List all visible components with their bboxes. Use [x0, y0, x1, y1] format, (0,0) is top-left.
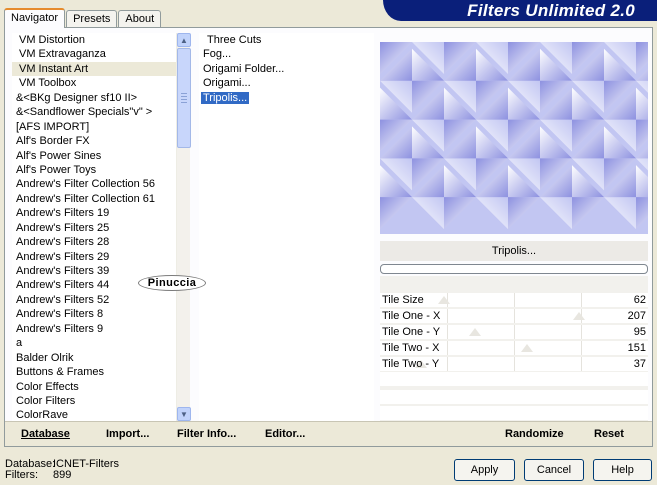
apply-button[interactable]: Apply — [454, 459, 515, 481]
category-item[interactable]: &<Sandflower Specials"v" > — [12, 105, 176, 119]
filter-item[interactable]: Origami... — [199, 76, 374, 90]
category-item[interactable]: Buttons & Frames — [12, 365, 176, 379]
tab-presets[interactable]: Presets — [66, 10, 118, 28]
param-label: Tile One - X — [382, 310, 441, 322]
randomize-button[interactable]: Randomize — [505, 422, 564, 447]
param-row[interactable]: Tile One - X 207 — [380, 309, 648, 323]
tab-navigator[interactable]: Navigator — [4, 8, 66, 28]
category-item[interactable]: VM Toolbox — [12, 76, 176, 90]
slider-marker-icon[interactable] — [469, 328, 481, 336]
import-button[interactable]: Import... — [106, 422, 149, 447]
param-value: 207 — [627, 310, 646, 322]
empty-param-row — [380, 406, 648, 420]
slider-marker-icon[interactable] — [521, 344, 533, 352]
filter-item-label: Origami... — [203, 77, 251, 90]
category-scrollbar[interactable]: ▲ ▼ — [176, 33, 191, 421]
category-item[interactable]: Color Filters — [12, 394, 176, 408]
navigator-panel: VM Distortion VM Extravaganza VM Instant A… — [4, 27, 653, 447]
param-row[interactable]: Tile One - Y 95 — [380, 325, 648, 339]
param-label: Tile Size — [382, 294, 424, 306]
category-item[interactable]: Andrew's Filters 9 — [12, 322, 176, 336]
watermark-pinuccia: Pinuccia — [138, 275, 206, 291]
category-item[interactable]: VM Distortion — [12, 33, 176, 47]
param-value: 62 — [633, 294, 646, 306]
reset-button[interactable]: Reset — [594, 422, 624, 447]
filter-item[interactable]: Three Cuts — [199, 33, 374, 47]
param-label: Tile Two - X — [382, 342, 440, 354]
editor-button[interactable]: Editor... — [265, 422, 305, 447]
category-item[interactable]: Andrew's Filters 25 — [12, 221, 176, 235]
empty-param-row — [380, 390, 648, 404]
database-info: Database:ICNET-Filters Filters: 899 — [5, 459, 119, 481]
slider-marker-icon[interactable] — [438, 296, 450, 304]
filter-info-button[interactable]: Filter Info... — [177, 422, 236, 447]
category-item[interactable]: Color Effects — [12, 380, 176, 394]
category-item[interactable]: Alf's Power Toys — [12, 163, 176, 177]
title-banner: Filters Unlimited 2.0 — [383, 0, 657, 21]
scroll-down-icon[interactable]: ▼ — [177, 407, 191, 421]
filter-item[interactable]: Fog... — [199, 47, 374, 61]
category-item[interactable]: a — [12, 336, 176, 350]
category-item[interactable]: Alf's Power Sines — [12, 149, 176, 163]
filter-item-label: Tripolis... — [201, 91, 250, 104]
tab-bar: Navigator Presets About — [4, 8, 162, 28]
param-label: Tile One - Y — [382, 326, 441, 338]
category-item[interactable]: Andrew's Filter Collection 61 — [12, 192, 176, 206]
param-value: 37 — [633, 358, 646, 370]
filter-item-label: Three Cuts — [207, 34, 262, 46]
category-item[interactable]: Andrew's Filters 19 — [12, 206, 176, 220]
param-row[interactable]: Tile Two - X 151 — [380, 341, 648, 355]
preview-image — [380, 42, 648, 234]
category-list[interactable]: VM Distortion VM Extravaganza VM Instant A… — [12, 33, 176, 421]
app-title: Filters Unlimited 2.0 — [467, 1, 635, 20]
cancel-button[interactable]: Cancel — [524, 459, 584, 481]
filter-item-label: Origami Folder... — [203, 62, 285, 75]
filters-label: Filters: — [5, 469, 38, 481]
category-item[interactable]: Balder Olrik — [12, 351, 176, 365]
tab-about[interactable]: About — [118, 10, 162, 28]
filter-preview — [380, 42, 648, 234]
category-item[interactable]: ColorRave — [12, 408, 176, 421]
param-value: 95 — [633, 326, 646, 338]
param-label: Tile Two - Y — [382, 358, 440, 370]
category-item[interactable]: VM Extravaganza — [12, 47, 176, 61]
filter-item[interactable]: Tripolis... — [199, 91, 374, 105]
category-item[interactable]: Andrew's Filter Collection 56 — [12, 177, 176, 191]
database-button[interactable]: Database — [21, 422, 70, 447]
help-button[interactable]: Help — [593, 459, 652, 481]
filter-item[interactable]: Origami Folder... — [199, 62, 374, 76]
bottom-toolbar: Database Import... Filter Info... Editor… — [5, 421, 652, 446]
progress-bar — [380, 264, 648, 274]
filters-count: 899 — [53, 469, 72, 481]
empty-param-row — [380, 372, 648, 386]
param-row[interactable]: Tile Two - Y 37 — [380, 357, 648, 371]
category-item[interactable]: [AFS IMPORT] — [12, 120, 176, 134]
category-item[interactable]: Andrew's Filters 29 — [12, 250, 176, 264]
scrollbar-thumb[interactable] — [177, 48, 191, 148]
filter-list[interactable]: Three Cuts Fog... Origami Folder... Origami… — [199, 33, 374, 421]
category-item[interactable]: Andrew's Filters 28 — [12, 235, 176, 249]
category-item[interactable]: Alf's Border FX — [12, 134, 176, 148]
param-row[interactable]: Tile Size 62 — [380, 293, 648, 307]
filter-item-label: Fog... — [203, 48, 232, 61]
scroll-up-icon[interactable]: ▲ — [177, 33, 191, 47]
category-item[interactable]: &<BKg Designer sf10 II> — [12, 91, 176, 105]
preview-filter-name: Tripolis... — [380, 241, 648, 261]
category-item[interactable]: Andrew's Filters 8 — [12, 307, 176, 321]
slider-marker-icon[interactable] — [573, 312, 585, 320]
param-value: 151 — [627, 342, 646, 354]
category-item[interactable]: Andrew's Filters 52 — [12, 293, 176, 307]
category-item[interactable]: VM Instant Art — [12, 61, 176, 77]
